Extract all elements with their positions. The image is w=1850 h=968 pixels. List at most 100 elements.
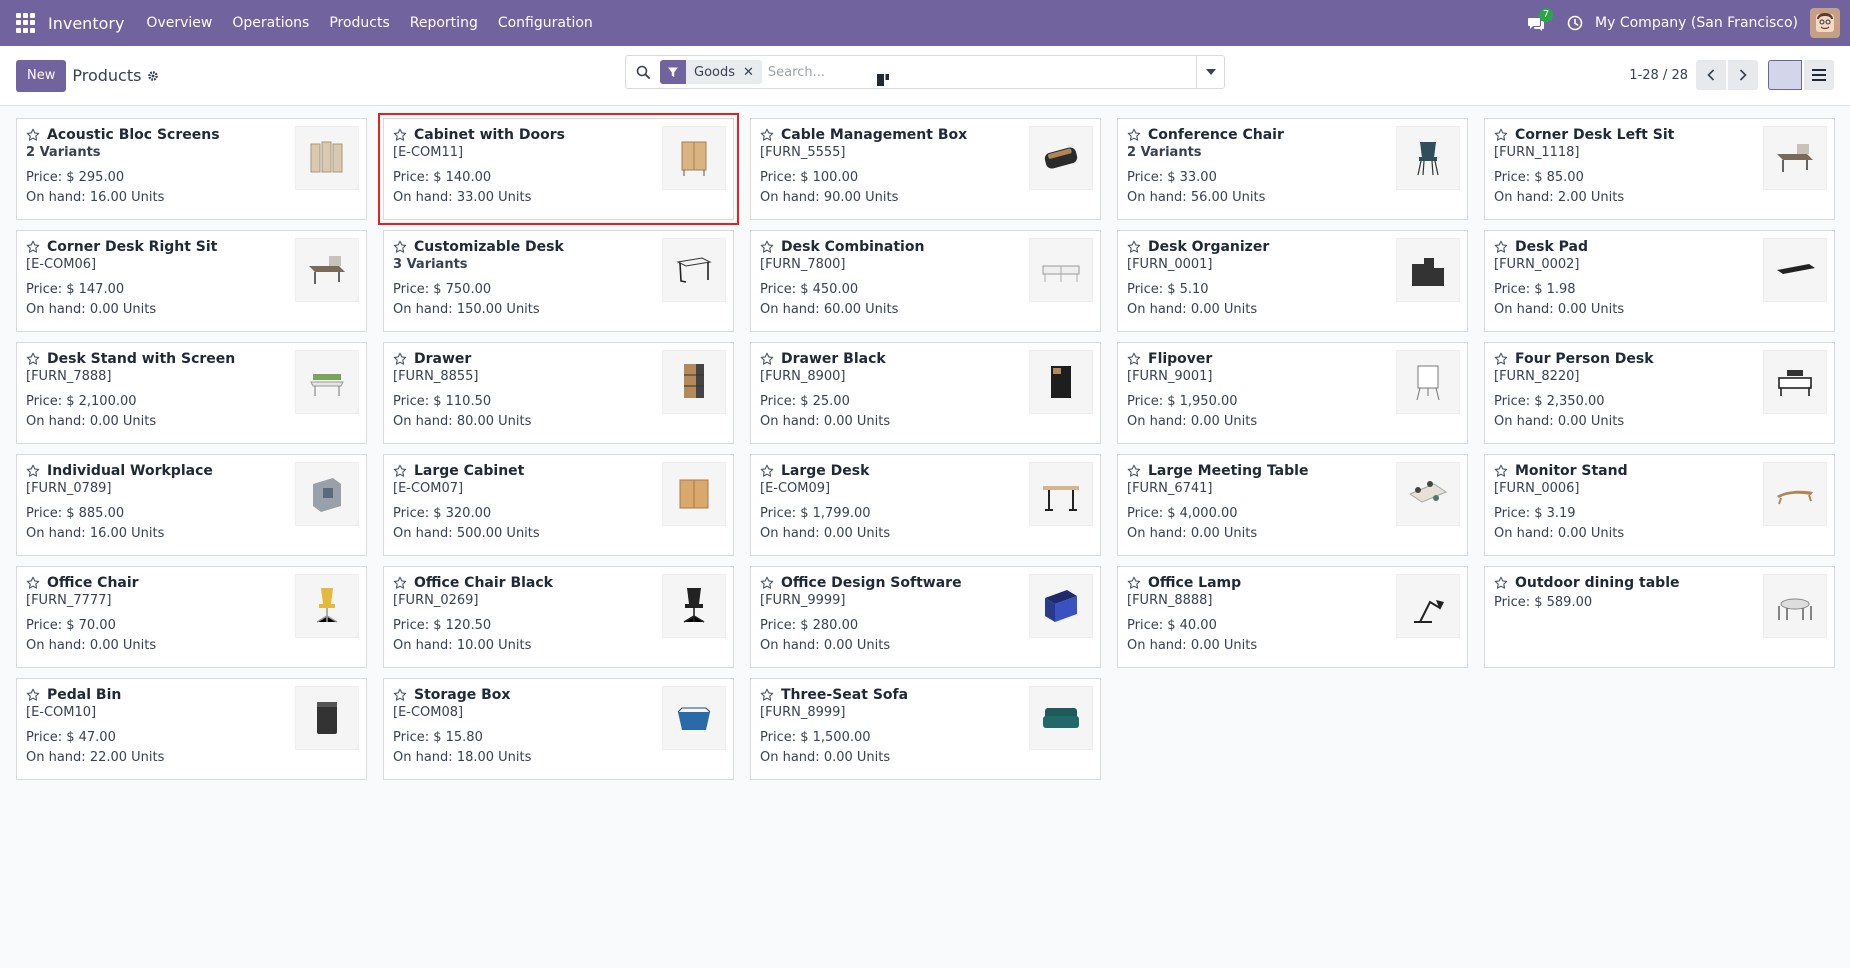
menu-overview[interactable]: Overview [146,15,212,31]
product-on-hand: On hand: 0.00 Units [760,750,891,765]
favorite-star-icon[interactable] [760,464,774,478]
favorite-star-icon[interactable] [1494,128,1508,142]
product-card-desk-pad[interactable]: Desk Pad [FURN_0002] Price: $ 1.98 On ha… [1484,230,1835,332]
product-card-desk-combination[interactable]: Desk Combination [FURN_7800] Price: $ 45… [750,230,1101,332]
product-card-acoustic-bloc-screens[interactable]: Acoustic Bloc Screens 2 Variants Price: … [16,118,367,220]
product-card-office-lamp[interactable]: Office Lamp [FURN_8888] Price: $ 40.00 O… [1117,566,1468,668]
product-on-hand: On hand: 150.00 Units [393,302,540,317]
apps-menu-icon[interactable] [16,13,36,33]
favorite-star-icon[interactable] [393,352,407,366]
favorite-star-icon[interactable] [393,464,407,478]
favorite-star-icon[interactable] [393,240,407,254]
product-card-office-chair[interactable]: Office Chair [FURN_7777] Price: $ 70.00 … [16,566,367,668]
favorite-star-icon[interactable] [1127,240,1141,254]
product-card-outdoor-dining-table[interactable]: Outdoor dining table Price: $ 589.00 [1484,566,1835,668]
menu-operations[interactable]: Operations [232,15,309,31]
list-view-button[interactable] [1804,60,1834,90]
product-card-conference-chair[interactable]: Conference Chair 2 Variants Price: $ 33.… [1117,118,1468,220]
product-card-pedal-bin[interactable]: Pedal Bin [E-COM10] Price: $ 47.00 On ha… [16,678,367,780]
favorite-star-icon[interactable] [760,352,774,366]
favorite-star-icon[interactable] [1494,576,1508,590]
control-panel: New Products Goods ✕ 1-28 / 28 [0,46,1850,106]
search-input[interactable] [767,57,1196,87]
product-name: Office Chair [47,575,139,591]
product-card-desk-organizer[interactable]: Desk Organizer [FURN_0001] Price: $ 5.10… [1117,230,1468,332]
menu-reporting[interactable]: Reporting [410,15,478,31]
favorite-star-icon[interactable] [1127,576,1141,590]
product-on-hand: On hand: 90.00 Units [760,190,899,205]
product-name: Large Desk [781,463,870,479]
favorite-star-icon[interactable] [26,352,40,366]
favorite-star-icon[interactable] [760,688,774,702]
product-name: Large Cabinet [414,463,525,479]
favorite-star-icon[interactable] [1127,464,1141,478]
sofa-icon [1029,686,1093,750]
favorite-star-icon[interactable] [393,688,407,702]
pager-next-button[interactable] [1728,60,1758,90]
activity-clock-icon[interactable] [1567,15,1583,31]
four-person-desk-icon [1763,350,1827,414]
favorite-star-icon[interactable] [1494,464,1508,478]
product-card-desk-stand-with-screen[interactable]: Desk Stand with Screen [FURN_7888] Price… [16,342,367,444]
user-avatar[interactable] [1810,8,1840,38]
office-chair-black-icon [662,574,726,638]
favorite-star-icon[interactable] [393,128,407,142]
product-card-office-chair-black[interactable]: Office Chair Black [FURN_0269] Price: $ … [383,566,734,668]
product-name: Storage Box [414,687,511,703]
product-card-storage-box[interactable]: Storage Box [E-COM08] Price: $ 15.80 On … [383,678,734,780]
favorite-star-icon[interactable] [1494,352,1508,366]
favorite-star-icon[interactable] [26,128,40,142]
menu-products[interactable]: Products [329,15,389,31]
favorite-star-icon[interactable] [760,576,774,590]
pager-value[interactable]: 1-28 / 28 [1629,68,1688,83]
app-name[interactable]: Inventory [48,14,124,33]
product-card-monitor-stand[interactable]: Monitor Stand [FURN_0006] Price: $ 3.19 … [1484,454,1835,556]
product-name: Desk Pad [1515,239,1588,255]
pager-previous-button[interactable] [1696,60,1726,90]
favorite-star-icon[interactable] [1494,240,1508,254]
filter-icon [660,60,686,84]
favorite-star-icon[interactable] [26,576,40,590]
desk-combination-icon [1029,238,1093,302]
monitor-stand-icon [1763,462,1827,526]
search-icon[interactable] [636,65,650,79]
product-card-drawer-black[interactable]: Drawer Black [FURN_8900] Price: $ 25.00 … [750,342,1101,444]
company-switcher[interactable]: My Company (San Francisco) [1595,15,1798,31]
favorite-star-icon[interactable] [26,464,40,478]
favorite-star-icon[interactable] [26,240,40,254]
drawer-black-icon [1029,350,1093,414]
product-card-large-meeting-table[interactable]: Large Meeting Table [FURN_6741] Price: $… [1117,454,1468,556]
product-card-flipover[interactable]: Flipover [FURN_9001] Price: $ 1,950.00 O… [1117,342,1468,444]
page-title: Products [72,66,142,85]
favorite-star-icon[interactable] [393,576,407,590]
new-button[interactable]: New [16,59,67,92]
product-card-corner-desk-right-sit[interactable]: Corner Desk Right Sit [E-COM06] Price: $… [16,230,367,332]
desk-pad-icon [1763,238,1827,302]
close-icon[interactable]: ✕ [743,65,762,80]
product-on-hand: On hand: 0.00 Units [1127,638,1258,653]
search-options-toggle[interactable] [1196,56,1224,88]
favorite-star-icon[interactable] [1127,352,1141,366]
product-card-four-person-desk[interactable]: Four Person Desk [FURN_8220] Price: $ 2,… [1484,342,1835,444]
product-name: Cabinet with Doors [414,127,565,143]
messaging-button[interactable]: 7 [1523,8,1554,35]
gear-icon[interactable] [147,70,159,82]
product-card-office-design-software[interactable]: Office Design Software [FURN_9999] Price… [750,566,1101,668]
favorite-star-icon[interactable] [26,688,40,702]
favorite-star-icon[interactable] [760,240,774,254]
product-card-drawer[interactable]: Drawer [FURN_8855] Price: $ 110.50 On ha… [383,342,734,444]
kanban-view-button[interactable] [876,60,1802,90]
product-card-customizable-desk[interactable]: Customizable Desk 3 Variants Price: $ 75… [383,230,734,332]
product-card-cable-management-box[interactable]: Cable Management Box [FURN_5555] Price: … [750,118,1101,220]
view-switcher [876,60,1834,90]
favorite-star-icon[interactable] [760,128,774,142]
product-card-large-desk[interactable]: Large Desk [E-COM09] Price: $ 1,799.00 O… [750,454,1101,556]
menu-configuration[interactable]: Configuration [498,15,593,31]
product-card-large-cabinet[interactable]: Large Cabinet [E-COM07] Price: $ 320.00 … [383,454,734,556]
product-card-three-seat-sofa[interactable]: Three-Seat Sofa [FURN_8999] Price: $ 1,5… [750,678,1101,780]
product-card-individual-workplace[interactable]: Individual Workplace [FURN_0789] Price: … [16,454,367,556]
favorite-star-icon[interactable] [1127,128,1141,142]
product-card-corner-desk-left-sit[interactable]: Corner Desk Left Sit [FURN_1118] Price: … [1484,118,1835,220]
product-card-cabinet-with-doors[interactable]: Cabinet with Doors [E-COM11] Price: $ 14… [378,113,739,225]
product-on-hand: On hand: 33.00 Units [393,190,532,205]
